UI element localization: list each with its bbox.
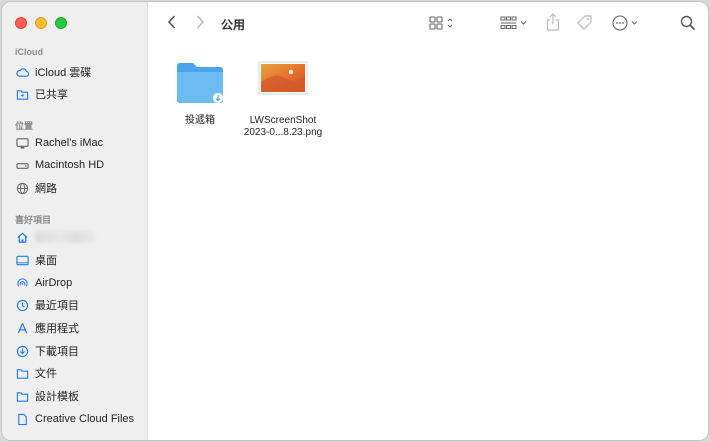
sidebar-item-label: Rachel's iMac [35, 137, 104, 149]
more-actions-button[interactable] [611, 14, 641, 32]
file-name: LWScreenShot 2023-0...8.23.png [243, 115, 323, 138]
zoom-button[interactable] [55, 17, 67, 29]
close-button[interactable] [15, 17, 27, 29]
applications-icon [15, 321, 29, 335]
sidebar-item-applications[interactable]: 應用程式 [15, 318, 141, 338]
tag-button[interactable] [576, 14, 594, 32]
window-title: 公用 [221, 18, 246, 32]
sidebar-item-label: 設計模板 [35, 391, 79, 403]
group-icon [500, 16, 527, 29]
sidebar-item-desktop[interactable]: 桌面 [15, 250, 141, 270]
sidebar-item-label: 已共享 [35, 89, 68, 101]
file-browser-content: 投遞箱 LWScreenShot 2023-0...8.23.png [149, 44, 708, 440]
sidebar-item-label: 網路 [35, 183, 57, 195]
cloud-icon [15, 65, 29, 79]
sidebar-item-shared[interactable]: 已共享 [15, 84, 141, 104]
section-title-icloud: iCloud [15, 47, 43, 57]
finder-window: iCloud iCloud 雲碟 已共享 位置 Rachel's iMac Ma… [1, 1, 709, 441]
sidebar-item-documents[interactable]: 文件 [15, 363, 141, 383]
sidebar-item-label: AirDrop [35, 277, 73, 289]
file-name: 投遞箱 [185, 115, 215, 126]
section-title-favorites: 喜好項目 [15, 215, 52, 225]
airdrop-icon [15, 276, 29, 290]
search-icon [680, 15, 696, 31]
sidebar-item-macintosh-hd[interactable]: Macintosh HD [15, 155, 141, 175]
sidebar-item-icloud-drive[interactable]: iCloud 雲碟 [15, 62, 141, 82]
sidebar: iCloud iCloud 雲碟 已共享 位置 Rachel's iMac Ma… [2, 2, 148, 440]
download-icon [15, 344, 29, 358]
sidebar-item-home[interactable] [15, 227, 141, 247]
group-by-button[interactable] [500, 16, 530, 30]
sidebar-item-recents[interactable]: 最近項目 [15, 295, 141, 315]
sidebar-item-design-templates[interactable]: 設計模板 [15, 386, 141, 406]
ellipsis-circle-icon [612, 15, 638, 31]
toolbar: 公用 [149, 2, 708, 44]
sidebar-item-label: 下載項目 [35, 346, 79, 358]
desktop-icon [15, 253, 29, 267]
sidebar-item-label: Macintosh HD [35, 159, 105, 171]
imac-icon [15, 136, 29, 150]
sidebar-item-label: 應用程式 [35, 323, 79, 335]
drop-box-folder-icon [177, 63, 223, 103]
file-item-screenshot[interactable]: LWScreenShot 2023-0...8.23.png [238, 60, 328, 139]
clock-icon [15, 298, 29, 312]
share-icon [546, 13, 560, 31]
sidebar-item-label: 桌面 [35, 255, 57, 267]
image-thumbnail-icon [258, 61, 308, 95]
forward-button[interactable] [195, 14, 205, 30]
sidebar-item-downloads[interactable]: 下載項目 [15, 341, 141, 361]
sidebar-item-creative-cloud-files[interactable]: Creative Cloud Files [15, 409, 141, 429]
share-button[interactable] [546, 13, 560, 31]
network-icon [15, 181, 29, 195]
tag-icon [577, 15, 592, 30]
sidebar-item-label: 文件 [35, 368, 57, 380]
sidebar-item-airdrop[interactable]: AirDrop [15, 273, 141, 293]
back-button[interactable] [167, 14, 177, 30]
sidebar-item-imac[interactable]: Rachel's iMac [15, 133, 141, 153]
search-button[interactable] [680, 15, 696, 31]
minimize-button[interactable] [35, 17, 47, 29]
redacted-username [35, 231, 95, 243]
section-title-locations: 位置 [15, 121, 34, 131]
sidebar-item-network[interactable]: 網路 [15, 178, 141, 198]
sidebar-item-label: iCloud 雲碟 [35, 67, 92, 79]
traffic-lights [15, 17, 67, 29]
home-icon [15, 230, 29, 244]
folder-icon [15, 389, 29, 403]
shared-folder-icon [15, 87, 29, 101]
sidebar-item-label: 最近項目 [35, 300, 79, 312]
icon-grid-icon [429, 16, 453, 30]
sidebar-item-label: Creative Cloud Files [35, 413, 135, 425]
document-icon [15, 366, 29, 380]
hard-drive-icon [15, 158, 29, 172]
creative-cloud-file-icon [15, 412, 29, 426]
file-item-drop-box[interactable]: 投遞箱 [155, 60, 245, 127]
view-mode-button[interactable] [429, 16, 457, 30]
